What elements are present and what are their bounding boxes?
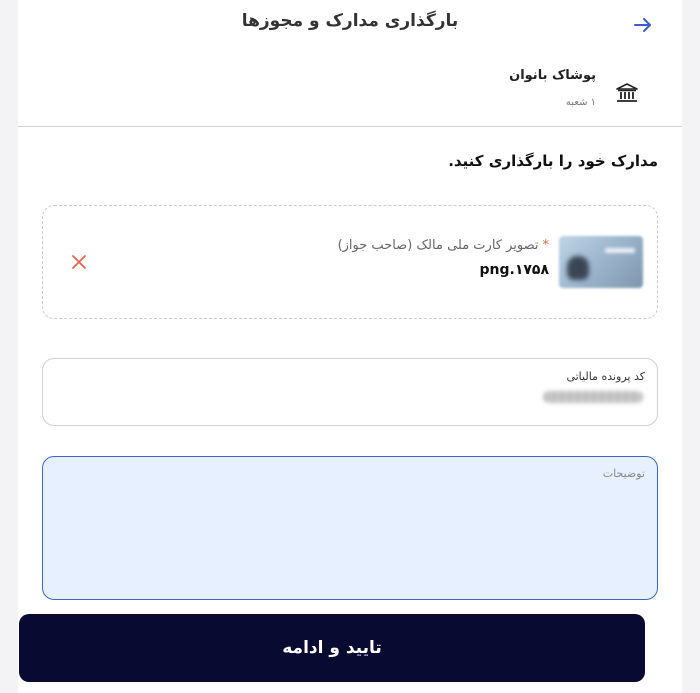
store-info: پوشاک بانوان ۱ شعبه: [18, 60, 682, 127]
close-icon: [72, 255, 86, 269]
tax-file-code-value-redacted: [543, 391, 643, 403]
document-upload-card[interactable]: *تصویر کارت ملی مالک (صاحب جواز) png.۱۷۵…: [42, 205, 658, 319]
bank-building-icon: [616, 82, 638, 104]
required-star: *: [542, 238, 550, 253]
page-frame: بارگذاری مدارک و مجوزها پوشاک بانوان ۱ ش…: [18, 0, 682, 693]
tax-file-code-label: کد پرونده مالیاتی: [566, 370, 645, 383]
page-title: بارگذاری مدارک و مجوزها: [241, 11, 459, 31]
tax-file-code-field[interactable]: کد پرونده مالیاتی: [42, 358, 658, 426]
document-thumbnail: [559, 236, 643, 288]
submit-button[interactable]: تایید و ادامه: [19, 614, 645, 682]
store-name: پوشاک بانوان: [509, 68, 596, 83]
document-label: *تصویر کارت ملی مالک (صاحب جواز): [338, 238, 549, 253]
remove-document-button[interactable]: [69, 252, 89, 272]
section-title: مدارک خود را بارگذاری کنید.: [448, 152, 658, 170]
notes-textarea[interactable]: توضیحات: [42, 456, 658, 600]
header: بارگذاری مدارک و مجوزها: [18, 0, 682, 52]
document-label-text: تصویر کارت ملی مالک (صاحب جواز): [337, 238, 539, 253]
store-branch-count: ۱ شعبه: [565, 97, 596, 108]
document-file-name: png.۱۷۵۸: [479, 262, 549, 278]
notes-placeholder: توضیحات: [602, 467, 645, 480]
